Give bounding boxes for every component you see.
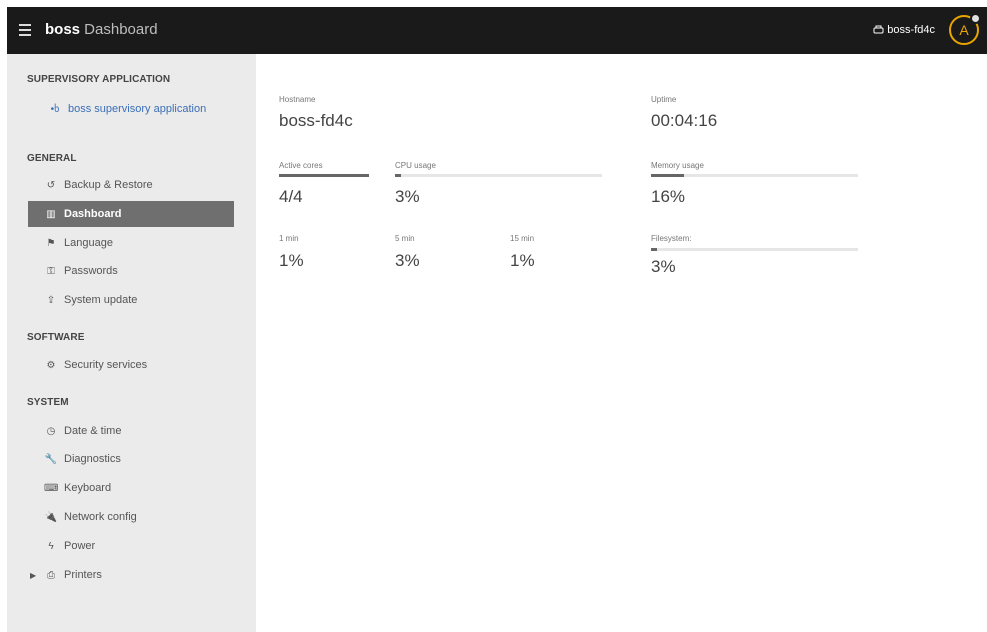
memory-usage-label: Memory usage: [651, 161, 704, 170]
load-15min-label: 15 min: [510, 234, 535, 243]
uptime-value: 00:04:16: [651, 111, 718, 130]
hostname-label: Hostname: [279, 95, 316, 104]
sidebar-item-label: Network config: [64, 511, 137, 523]
sidebar-item-label: System update: [64, 294, 138, 306]
sidebar-item-date-time[interactable]: ◷ Date & time: [28, 418, 234, 444]
sidebar-item-label: Language: [64, 237, 113, 249]
top-bar: boss Dashboard boss-fd4c A: [7, 7, 987, 54]
active-cores-value: 4/4: [279, 187, 303, 206]
cpu-usage-label: CPU usage: [395, 161, 436, 170]
filesystem-bar: [651, 248, 858, 251]
filesystem-label: Filesystem:: [651, 234, 692, 243]
sidebar-item-supervisory-app[interactable]: •ხ boss supervisory application: [28, 96, 234, 122]
sidebar-item-passwords[interactable]: ⚿ Passwords: [28, 258, 234, 284]
sidebar-item-dashboard[interactable]: ▥ Dashboard: [28, 201, 234, 227]
sidebar-item-language[interactable]: ⚑ Language: [28, 230, 234, 256]
app-title: boss Dashboard: [45, 21, 158, 38]
avatar-status-badge: [970, 13, 981, 24]
sidebar-item-security-services[interactable]: ⚙ Security services: [28, 352, 234, 378]
memory-usage-bar: [651, 174, 858, 177]
wrench-icon: 🔧: [44, 453, 58, 465]
printer-icon: [873, 25, 884, 34]
active-cores-fill: [279, 174, 369, 177]
plug-icon: 🔌: [44, 511, 58, 523]
bolt-icon: ϟ: [48, 540, 54, 552]
sidebar-item-label: Keyboard: [64, 482, 112, 494]
history-icon: ↺: [46, 179, 56, 191]
sidebar-item-label: Dashboard: [64, 208, 122, 220]
sidebar-item-label: boss supervisory application: [68, 103, 207, 115]
dashboard-panel: Hostname boss-fd4c Uptime 00:04:16 Activ…: [256, 54, 987, 632]
memory-usage-value: 16%: [651, 187, 686, 206]
app-title-rest: Dashboard: [80, 21, 158, 38]
load-1min-value: 1%: [279, 251, 304, 270]
section-supervisory: SUPERVISORY APPLICATION: [27, 74, 171, 85]
sidebar-item-label: Backup & Restore: [64, 179, 153, 191]
avatar-letter: A: [959, 22, 969, 38]
upload-icon: ⇪: [46, 294, 56, 306]
host-indicator[interactable]: boss-fd4c: [873, 24, 935, 36]
load-5min-label: 5 min: [395, 234, 415, 243]
sidebar-item-label: Power: [64, 540, 96, 552]
sidebar-item-power[interactable]: ϟ Power: [28, 533, 234, 559]
active-cores-bar: [279, 174, 369, 177]
hostname-label: boss-fd4c: [887, 24, 935, 36]
sidebar-item-label: Diagnostics: [64, 453, 121, 465]
load-5min-value: 3%: [395, 251, 420, 270]
cpu-usage-value: 3%: [395, 187, 420, 206]
hamburger-menu-icon[interactable]: [19, 24, 31, 36]
uptime-label: Uptime: [651, 95, 677, 104]
sidebar: SUPERVISORY APPLICATION •ხ boss supervis…: [7, 54, 256, 632]
sidebar-item-backup[interactable]: ↺ Backup & Restore: [28, 172, 234, 198]
cpu-usage-fill: [395, 174, 402, 177]
memory-usage-fill: [651, 174, 685, 177]
sidebar-item-label: Security services: [64, 359, 148, 371]
key-icon: ⚿: [47, 265, 55, 277]
clock-icon: ◷: [46, 425, 56, 437]
sidebar-item-label: Printers: [64, 569, 102, 581]
sidebar-item-network-config[interactable]: 🔌 Network config: [28, 504, 234, 530]
sidebar-item-label: Passwords: [64, 265, 118, 277]
section-system: SYSTEM: [27, 397, 69, 408]
section-general: GENERAL: [27, 153, 77, 164]
supervisory-app-icon: •ხ: [50, 103, 60, 115]
flag-icon: ⚑: [46, 237, 56, 249]
filesystem-value: 3%: [651, 257, 676, 276]
keyboard-icon: ⌨: [44, 482, 59, 494]
gears-icon: ⚙: [46, 359, 56, 371]
cpu-usage-bar: [395, 174, 602, 177]
sidebar-item-system-update[interactable]: ⇪ System update: [28, 287, 234, 313]
hostname-value: boss-fd4c: [279, 111, 353, 130]
sidebar-item-keyboard[interactable]: ⌨ Keyboard: [28, 475, 234, 501]
load-1min-label: 1 min: [279, 234, 299, 243]
sidebar-item-label: Date & time: [64, 425, 122, 437]
filesystem-fill: [651, 248, 658, 251]
printer-icon: ⎙: [47, 569, 55, 581]
expand-caret-icon[interactable]: ▶: [30, 571, 36, 580]
sidebar-item-printers[interactable]: ▶ ⎙ Printers: [28, 562, 234, 588]
bar-chart-icon: ▥: [46, 208, 56, 220]
load-15min-value: 1%: [510, 251, 535, 270]
app-title-bold: boss: [45, 21, 81, 38]
sidebar-item-diagnostics[interactable]: 🔧 Diagnostics: [28, 446, 234, 472]
section-software: SOFTWARE: [27, 332, 85, 343]
active-cores-label: Active cores: [279, 161, 323, 170]
